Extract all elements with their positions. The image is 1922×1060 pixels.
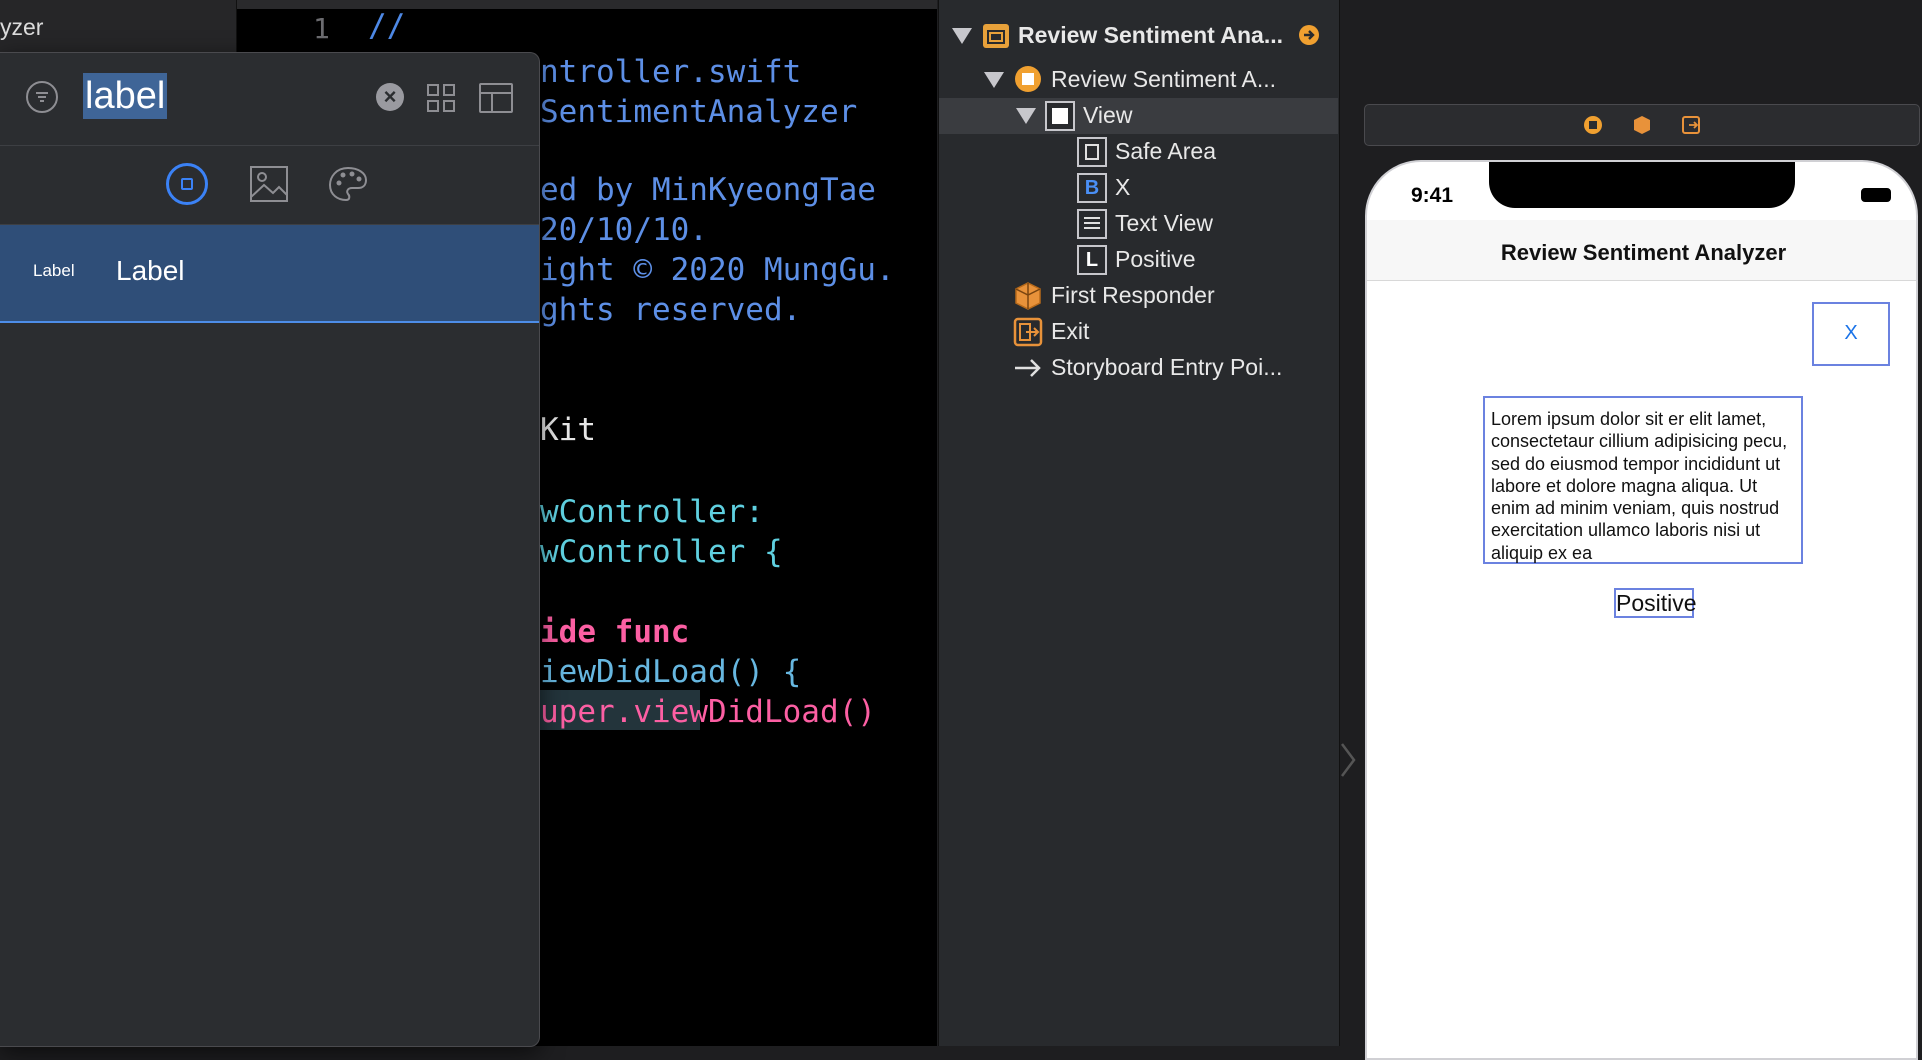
review-text-view[interactable]: Lorem ipsum dolor sit er elit lamet, con…	[1483, 396, 1803, 564]
outline-view-controller[interactable]: Review Sentiment A...	[1051, 66, 1276, 100]
disclosure-triangle-icon[interactable]	[984, 72, 1004, 88]
outline-selection	[939, 98, 1338, 134]
code-line[interactable]: ed by MinKyeongTae	[540, 172, 876, 208]
disclosure-triangle-icon[interactable]	[952, 28, 972, 44]
outline-view[interactable]: View	[1083, 102, 1132, 136]
outline-first-responder[interactable]: First Responder	[1051, 282, 1215, 316]
button-icon: B	[1077, 173, 1107, 203]
code-line[interactable]: iewDidLoad() {	[540, 654, 801, 690]
library-result-label[interactable]: Label Label	[0, 225, 539, 323]
first-responder-icon	[1015, 282, 1041, 310]
clear-search-icon[interactable]: ×	[376, 83, 404, 111]
result-title: Label	[116, 255, 185, 286]
color-palette-icon[interactable]	[328, 165, 368, 203]
first-responder-icon[interactable]	[1631, 114, 1653, 136]
code-line[interactable]: //	[368, 8, 405, 44]
line-number: 1	[313, 12, 330, 45]
grid-view-icon[interactable]	[426, 83, 456, 113]
outline-button-x[interactable]: X	[1115, 174, 1130, 208]
nav-title: Review Sentiment Analyzer	[1500, 240, 1787, 265]
scene-icon	[983, 24, 1009, 48]
entry-arrow-icon	[1015, 359, 1041, 377]
x-button[interactable]: X	[1812, 302, 1890, 366]
outline-storyboard-entry[interactable]: Storyboard Entry Poi...	[1051, 354, 1282, 388]
iphone-scene: 9:41 Review Sentiment Analyzer X Lorem i…	[1365, 160, 1918, 1060]
code-line[interactable]: ight © 2020 MungGu.	[540, 252, 895, 288]
view-controller-icon	[1015, 66, 1041, 92]
exit-icon[interactable]	[1681, 115, 1701, 135]
battery-icon	[1861, 188, 1891, 202]
result-preview: Label	[33, 261, 75, 280]
disclosure-triangle-icon[interactable]	[1016, 108, 1036, 124]
objects-tab-icon[interactable]	[166, 163, 208, 205]
safe-area-icon	[1077, 137, 1107, 167]
arrow-circle-icon[interactable]	[1298, 24, 1320, 46]
code-line[interactable]: ntroller.swift	[540, 54, 801, 90]
code-line[interactable]: ide func	[540, 614, 689, 650]
code-line[interactable]: 20/10/10.	[540, 212, 708, 248]
outline-exit[interactable]: Exit	[1051, 318, 1089, 352]
object-library-popup[interactable]: label × Label Label	[0, 52, 540, 1047]
scene-dock	[1364, 104, 1920, 146]
detail-view-icon[interactable]	[479, 83, 513, 113]
media-tab-icon[interactable]	[249, 165, 289, 203]
outline-safe-area[interactable]: Safe Area	[1115, 138, 1216, 172]
chevron-right-icon[interactable]	[1338, 740, 1358, 780]
code-line[interactable]: ghts reserved.	[540, 292, 801, 328]
code-line[interactable]: wController:	[540, 494, 764, 530]
filter-icon[interactable]	[26, 81, 58, 113]
label-icon: L	[1077, 245, 1107, 275]
sentiment-label[interactable]: Positive	[1614, 588, 1697, 618]
text-view-icon	[1077, 209, 1107, 239]
project-name-fragment[interactable]: yzer	[0, 14, 43, 41]
code-line[interactable]: uper.viewDidLoad()	[540, 694, 876, 730]
outline-scene[interactable]: Review Sentiment Ana...	[1018, 22, 1283, 56]
status-time: 9:41	[1411, 184, 1454, 207]
code-line[interactable]: SentimentAnalyzer	[540, 94, 857, 130]
library-search-row	[0, 53, 539, 146]
outline-label-positive[interactable]: Positive	[1115, 246, 1196, 280]
view-icon	[1045, 101, 1075, 131]
exit-icon	[1013, 317, 1043, 347]
device-notch	[1489, 162, 1795, 208]
outline-text-view[interactable]: Text View	[1115, 210, 1213, 244]
view-controller-icon[interactable]	[1583, 115, 1603, 135]
library-search-input[interactable]: label	[83, 73, 168, 119]
editor-jump-bar	[237, 0, 937, 9]
code-line[interactable]: wController {	[540, 534, 783, 570]
code-line[interactable]: Kit	[540, 412, 596, 448]
